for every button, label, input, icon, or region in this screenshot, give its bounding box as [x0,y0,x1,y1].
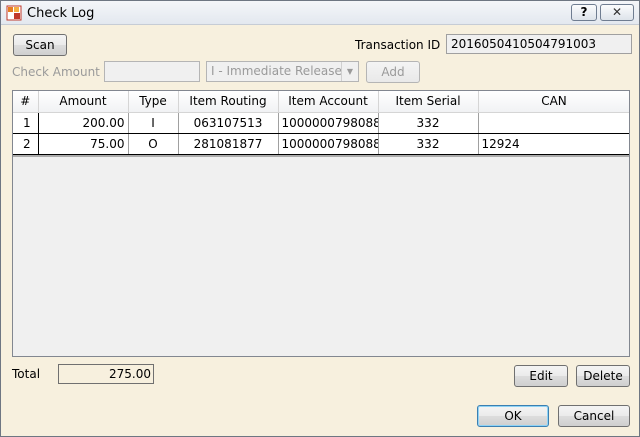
total-label: Total [12,367,41,381]
cell-amount[interactable]: 75.00 [38,133,129,155]
transaction-id-field: 2016050410504791003 [446,34,632,54]
col-header-index[interactable]: # [13,91,39,113]
cell-index[interactable]: 1 [13,112,39,134]
col-header-item-serial[interactable]: Item Serial [378,91,479,113]
title-bar: Check Log ? ✕ [1,1,639,25]
add-button[interactable]: Add [366,61,420,83]
help-button[interactable]: ? [571,4,597,21]
delete-button[interactable]: Delete [576,365,630,387]
cell-item-serial[interactable]: 332 [378,112,479,134]
check-amount-label: Check Amount [12,65,100,79]
cell-amount[interactable]: 200.00 [38,112,129,134]
cell-item-serial[interactable]: 332 [378,133,479,155]
cell-type[interactable]: O [128,133,179,155]
scan-button[interactable]: Scan [13,34,67,56]
col-header-amount[interactable]: Amount [38,91,129,113]
col-header-type[interactable]: Type [128,91,179,113]
table-row[interactable]: 2 75.00 O 281081877 1000000798088 332 12… [13,133,629,155]
release-type-select[interactable]: I - Immediate Release ▼ [206,61,359,82]
cell-can[interactable] [478,112,629,134]
col-header-item-routing[interactable]: Item Routing [178,91,279,113]
window-title: Check Log [27,6,95,21]
cell-type[interactable]: I [128,112,179,134]
transaction-id-label: Transaction ID [355,38,441,52]
cell-can[interactable]: 12924 [478,133,629,155]
edit-button[interactable]: Edit [514,365,568,387]
col-header-can[interactable]: CAN [478,91,629,113]
col-header-item-account[interactable]: Item Account [278,91,379,113]
cell-item-routing[interactable]: 063107513 [178,112,279,134]
close-button[interactable]: ✕ [600,4,634,21]
check-log-window: Check Log ? ✕ Scan Transaction ID 201605… [0,0,640,437]
release-type-value: I - Immediate Release [211,64,342,78]
cell-item-routing[interactable]: 281081877 [178,133,279,155]
app-icon [6,5,22,21]
table-row[interactable]: 1 200.00 I 063107513 1000000798088 332 [13,112,629,134]
cell-item-account[interactable]: 1000000798088 [278,133,379,155]
check-amount-input[interactable] [104,61,200,82]
grid-empty-area [13,157,629,356]
header-row: # Amount Type Item Routing Item Account … [13,91,629,113]
ok-button[interactable]: OK [477,405,549,427]
chevron-down-icon: ▼ [341,62,358,81]
cancel-button[interactable]: Cancel [558,405,630,427]
cell-index[interactable]: 2 [13,133,39,155]
check-table: # Amount Type Item Routing Item Account … [13,91,629,155]
check-grid: # Amount Type Item Routing Item Account … [12,90,630,357]
cell-item-account[interactable]: 1000000798088 [278,112,379,134]
total-field: 275.00 [58,364,154,384]
